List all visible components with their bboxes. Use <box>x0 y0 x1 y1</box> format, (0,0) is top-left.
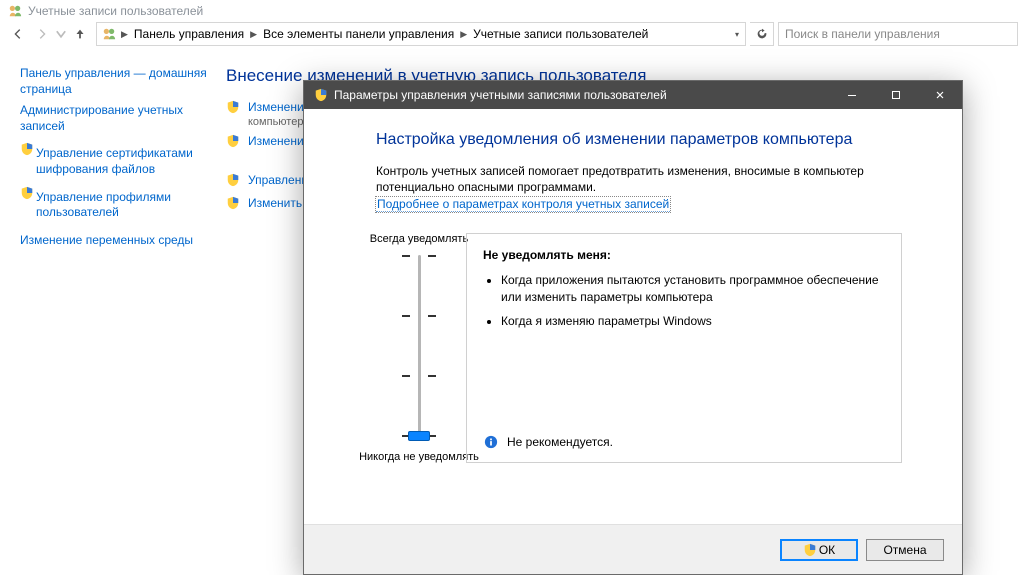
setting-note-text: Не рекомендуется. <box>507 435 613 449</box>
minimize-button[interactable] <box>830 81 874 109</box>
info-icon <box>483 434 499 450</box>
shield-icon <box>226 134 242 151</box>
breadcrumb-item[interactable]: Все элементы панели управления <box>259 27 458 41</box>
setting-bullet: Когда я изменяю параметры Windows <box>501 313 885 329</box>
maximize-button[interactable] <box>874 81 918 109</box>
shield-icon <box>20 186 34 203</box>
action-sub: компьютера <box>248 116 310 128</box>
uac-slider[interactable] <box>399 255 439 441</box>
dialog-description: Контроль учетных записей помогает предот… <box>376 163 902 195</box>
slider-bottom-label: Никогда не уведомлять <box>359 451 479 463</box>
slider-area: Всегда уведомлять Никогда не уведомлять … <box>376 233 902 463</box>
ok-label: ОК <box>819 543 835 557</box>
dialog-titlebar[interactable]: Параметры управления учетными записями п… <box>304 81 962 109</box>
setting-bullet: Когда приложения пытаются установить про… <box>501 272 885 304</box>
shield-icon <box>226 173 242 190</box>
sidebar-home-link[interactable]: Панель управления — домашняя страница <box>20 66 210 97</box>
setting-note: Не рекомендуется. <box>483 434 613 450</box>
slider-column: Всегда уведомлять Никогда не уведомлять <box>376 233 462 463</box>
cancel-label: Отмена <box>883 543 926 557</box>
sidebar-profiles[interactable]: Управление профилями пользователей <box>36 190 210 221</box>
search-input[interactable]: Поиск в панели управления <box>778 22 1018 46</box>
action-link[interactable]: Изменение <box>248 134 310 148</box>
back-button[interactable] <box>6 22 30 46</box>
ok-button[interactable]: ОК <box>780 539 858 561</box>
recent-dropdown[interactable] <box>54 22 68 46</box>
window-header: Учетные записи пользователей <box>0 0 1024 20</box>
sidebar-env-vars[interactable]: Изменение переменных среды <box>20 233 210 249</box>
navbar: ▶ Панель управления ▶ Все элементы панел… <box>0 20 1024 52</box>
cancel-button[interactable]: Отмена <box>866 539 944 561</box>
chevron-down-icon[interactable]: ▾ <box>731 30 743 39</box>
window-title: Учетные записи пользователей <box>28 4 203 18</box>
search-placeholder: Поиск в панели управления <box>785 27 940 41</box>
breadcrumb-item[interactable]: Панель управления <box>130 27 248 41</box>
setting-bullets: Когда приложения пытаются установить про… <box>483 272 885 329</box>
shield-icon <box>803 543 817 557</box>
slider-top-label: Всегда уведомлять <box>359 233 479 245</box>
dialog-button-bar: ОК Отмена <box>304 524 962 574</box>
shield-icon <box>226 100 242 117</box>
breadcrumb[interactable]: ▶ Панель управления ▶ Все элементы панел… <box>96 22 746 46</box>
sidebar-manage-accounts[interactable]: Администрирование учетных записей <box>20 103 210 134</box>
user-accounts-icon <box>6 3 24 19</box>
forward-button[interactable] <box>30 22 54 46</box>
breadcrumb-item[interactable]: Учетные записи пользователей <box>469 27 652 41</box>
close-button[interactable] <box>918 81 962 109</box>
shield-icon <box>312 88 330 102</box>
dialog-content: Настройка уведомления об изменении парам… <box>304 109 962 524</box>
chevron-right-icon[interactable]: ▶ <box>458 29 469 40</box>
setting-title: Не уведомлять меня: <box>483 248 885 262</box>
refresh-button[interactable] <box>750 22 774 46</box>
user-accounts-icon <box>99 27 119 41</box>
dialog-heading: Настройка уведомления об изменении парам… <box>376 131 902 149</box>
shield-icon <box>226 196 242 213</box>
dialog-title: Параметры управления учетными записями п… <box>334 88 830 102</box>
up-button[interactable] <box>68 22 92 46</box>
action-link[interactable]: Изменение <box>248 100 310 114</box>
uac-dialog: Параметры управления учетными записями п… <box>303 80 963 575</box>
shield-icon <box>20 142 34 159</box>
learn-more-link[interactable]: Подробнее о параметрах контроля учетных … <box>376 197 670 212</box>
sidebar-certificates[interactable]: Управление сертификатами шифрования файл… <box>36 146 210 177</box>
slider-thumb[interactable] <box>408 431 430 441</box>
chevron-right-icon[interactable]: ▶ <box>248 29 259 40</box>
setting-description-box: Не уведомлять меня: Когда приложения пыт… <box>466 233 902 463</box>
chevron-right-icon[interactable]: ▶ <box>119 29 130 40</box>
sidebar: Панель управления — домашняя страница Ад… <box>20 60 220 254</box>
